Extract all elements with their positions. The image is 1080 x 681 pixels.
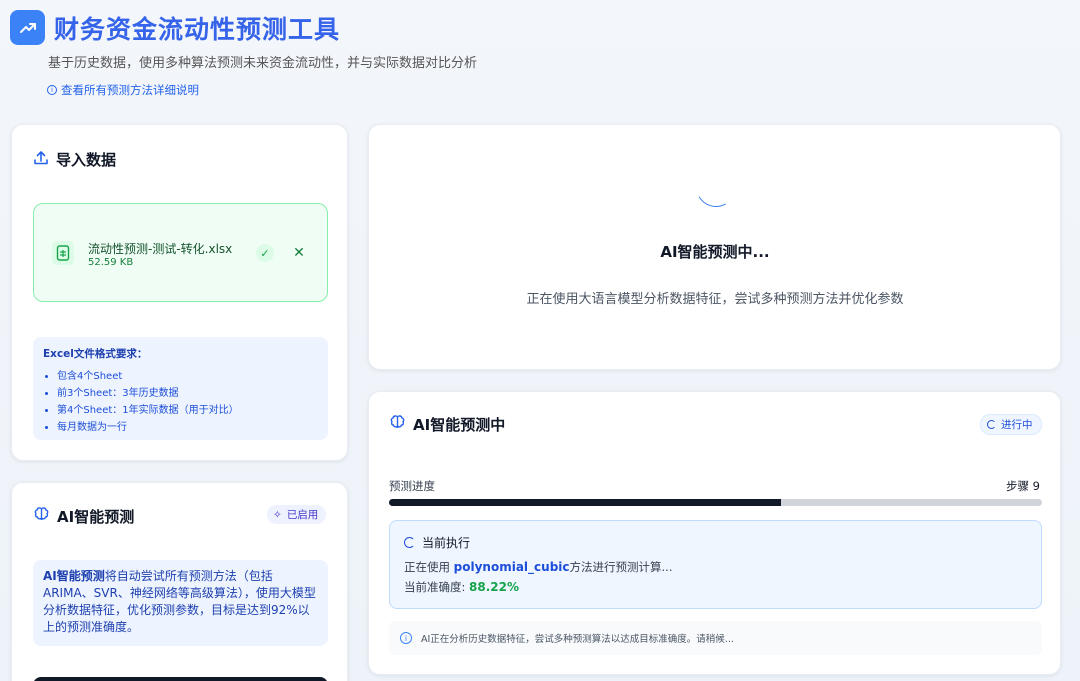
start-prediction-button[interactable] — [33, 677, 328, 681]
methods-doc-link-label: 查看所有预测方法详细说明 — [61, 83, 199, 97]
list-item: 第4个Sheet：1年实际数据（用于对比） — [43, 402, 318, 419]
page-title: 财务资金流动性预测工具 — [54, 15, 341, 44]
page-subtitle: 基于历史数据，使用多种算法预测未来资金流动性，并与实际数据对比分析 — [48, 56, 478, 71]
list-item: 每月数据为一行 — [43, 419, 318, 436]
enabled-badge-label: 已启用 — [286, 509, 319, 521]
ai-card-title-label: AI智能预测 — [57, 508, 135, 526]
uploaded-file: 流动性预测-测试-转化.xlsx 52.59 KB ✓ ✕ — [33, 203, 328, 302]
import-card-title-label: 导入数据 — [56, 151, 117, 169]
info-icon: i — [400, 632, 412, 644]
spinner-icon — [987, 420, 996, 429]
current-execution-header: 当前执行 — [404, 534, 470, 551]
progress-bar — [389, 499, 1042, 506]
check-icon: ✓ — [256, 244, 274, 262]
progress-label: 预测进度 — [389, 479, 435, 493]
brain-icon — [33, 506, 50, 527]
analysis-note: i AI正在分析历史数据特征，尝试多种预测算法以达成目标准确度。请稍候... — [389, 621, 1042, 655]
loading-spinner-icon — [691, 162, 741, 212]
step-label: 步骤 9 — [1006, 479, 1040, 493]
prediction-progress-card: AI智能预测中 进行中 预测进度 步骤 9 当前执行 正在使用 polynomi… — [368, 391, 1061, 675]
sparkle-icon: ✧ — [273, 508, 282, 521]
ai-description-strong: AI智能预测 — [43, 569, 105, 583]
remove-file-button[interactable]: ✕ — [290, 244, 308, 262]
list-item: 包含4个Sheet — [43, 368, 318, 385]
list-item: 前3个Sheet：3年历史数据 — [43, 385, 318, 402]
brain-icon — [389, 414, 406, 435]
current-accuracy-line: 当前准确度: 88.22% — [404, 579, 519, 595]
progress-card-title-label: AI智能预测中 — [413, 416, 506, 434]
info-icon: i — [47, 85, 57, 95]
current-method: polynomial_cubic — [453, 560, 570, 574]
ai-description: AI智能预测将自动尝试所有预测方法（包括ARIMA、SVR、神经网络等高级算法）… — [33, 560, 328, 646]
exec-prefix: 正在使用 — [404, 560, 454, 574]
methods-doc-link[interactable]: i 查看所有预测方法详细说明 — [47, 82, 199, 98]
import-data-card: 导入数据 流动性预测-测试-转化.xlsx 52.59 KB ✓ ✕ Excel… — [11, 124, 348, 461]
running-badge: 进行中 — [980, 414, 1042, 435]
current-method-line: 正在使用 polynomial_cubic方法进行预测计算... — [404, 559, 672, 575]
format-requirements: Excel文件格式要求： 包含4个Sheet 前3个Sheet：3年历史数据 第… — [33, 337, 328, 440]
progress-bar-fill — [389, 499, 781, 506]
exec-suffix: 方法进行预测计算... — [569, 560, 673, 574]
prediction-status-card: AI智能预测中... 正在使用大语言模型分析数据特征，尝试多种预测方法并优化参数 — [368, 124, 1061, 370]
analysis-note-text: AI正在分析历史数据特征，尝试多种预测算法以达成目标准确度。请稍候... — [421, 634, 734, 645]
spreadsheet-icon — [52, 241, 74, 265]
enabled-badge: ✧ 已启用 — [267, 505, 327, 524]
file-size: 52.59 KB — [88, 257, 134, 268]
accuracy-value: 88.22% — [469, 580, 520, 594]
upload-icon — [33, 150, 49, 170]
current-execution-title: 当前执行 — [422, 536, 471, 550]
file-name: 流动性预测-测试-转化.xlsx — [88, 242, 233, 256]
trending-up-icon — [10, 10, 45, 45]
current-execution: 当前执行 正在使用 polynomial_cubic方法进行预测计算... 当前… — [389, 520, 1042, 609]
spinner-icon — [404, 537, 415, 548]
running-badge-label: 进行中 — [1001, 419, 1033, 431]
progress-card-title: AI智能预测中 — [389, 414, 505, 435]
status-title: AI智能预测中... — [660, 243, 770, 261]
accuracy-label: 当前准确度: — [404, 580, 470, 594]
import-card-title: 导入数据 — [33, 149, 116, 170]
status-description: 正在使用大语言模型分析数据特征，尝试多种预测方法并优化参数 — [526, 292, 904, 307]
format-requirements-title: Excel文件格式要求： — [43, 348, 148, 360]
ai-card-title: AI智能预测 — [33, 506, 134, 527]
ai-prediction-card: AI智能预测 ✧ 已启用 AI智能预测将自动尝试所有预测方法（包括ARIMA、S… — [11, 482, 348, 681]
format-requirements-list: 包含4个Sheet 前3个Sheet：3年历史数据 第4个Sheet：1年实际数… — [43, 368, 318, 436]
